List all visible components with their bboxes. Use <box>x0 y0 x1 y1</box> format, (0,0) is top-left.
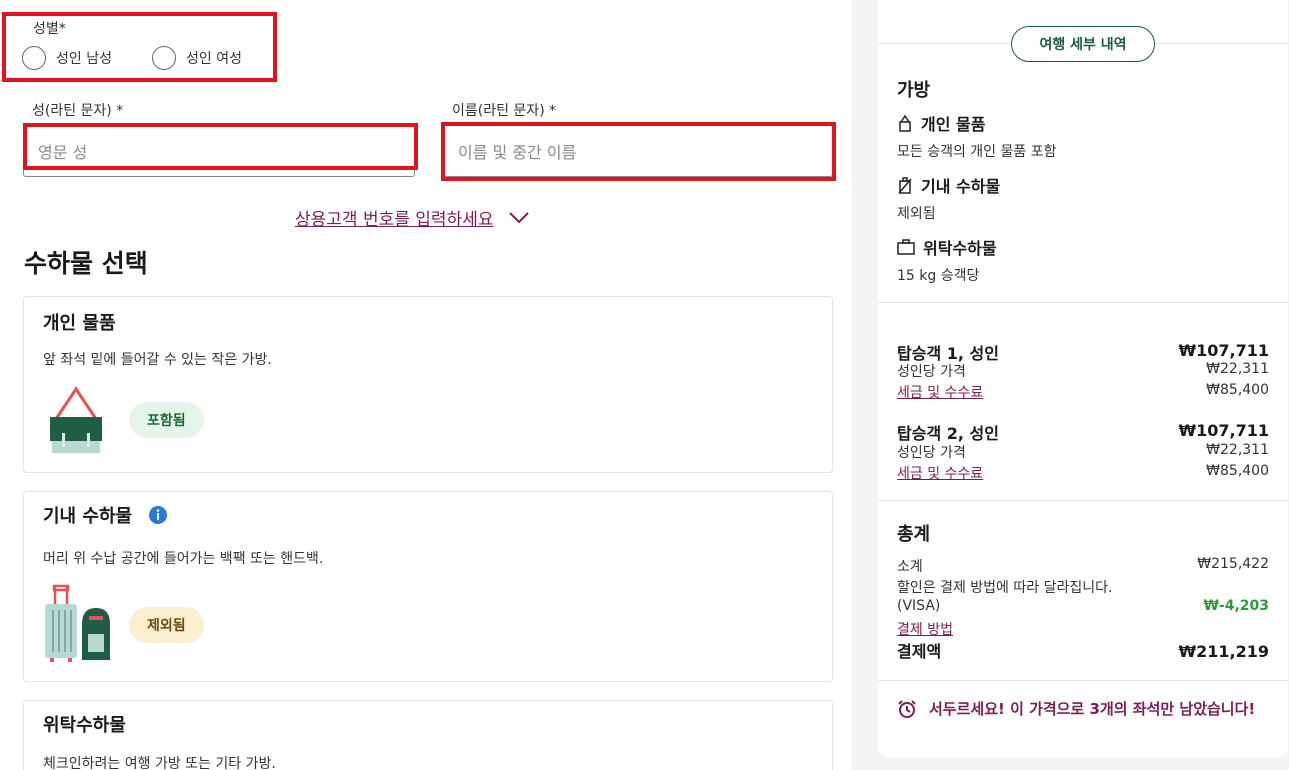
amount-due-value: ₩211,219 <box>1178 642 1269 661</box>
passenger-2-total: ₩107,711 <box>1178 421 1269 440</box>
baggage-section-title: 수하물 선택 <box>24 249 148 278</box>
carry-on-crossed-icon <box>898 177 912 194</box>
visa-discount: ₩-4,203 <box>1203 598 1269 614</box>
summary-card: 여행 세부 내역 가방 개인 물품 모든 승객의 개인 물품 포함 기내 수하물… <box>878 0 1288 758</box>
payment-method-link[interactable]: 결제 방법 <box>897 619 953 639</box>
passenger-2-tax: ₩85,400 <box>1206 463 1269 479</box>
first-name-input[interactable]: 이름 및 중간 이름 <box>443 125 833 177</box>
visa-label: (VISA) <box>897 598 941 614</box>
total-heading: 총계 <box>897 524 931 545</box>
carry-on-row: 기내 수하물 <box>897 173 1000 197</box>
passenger-2-title: 탑승객 2, 성인 <box>897 424 999 443</box>
last-name-label: 성(라틴 문자) * <box>32 103 124 119</box>
radio-circle[interactable] <box>152 46 176 70</box>
personal-bag-icon <box>899 114 911 132</box>
card-title: 개인 물품 <box>43 313 116 334</box>
passenger-form-panel: 성별* 성인 남성 성인 여성 성(라틴 문자) * 영문 성 이름(라틴 문자… <box>0 0 851 770</box>
gender-male-radio[interactable]: 성인 남성 <box>22 46 112 70</box>
checked-bag-text: 15 kg 승객당 <box>897 268 980 284</box>
personal-item-row: 개인 물품 <box>897 111 985 135</box>
divider <box>878 302 1288 303</box>
carry-on-luggage-icon <box>45 584 110 662</box>
gender-female-label: 성인 여성 <box>186 51 242 67</box>
carry-on-title: 기내 수하물 <box>921 177 1001 196</box>
card-description: 머리 위 수납 공간에 들어가는 백팩 또는 핸드백. <box>43 551 324 567</box>
card-title: 기내 수하물 <box>43 506 133 527</box>
divider <box>878 500 1288 501</box>
personal-item-title: 개인 물품 <box>921 115 986 134</box>
divider <box>878 680 1288 681</box>
urgency-notice: 서두르세요! 이 가격으로 3개의 좌석만 남았습니다! <box>897 698 1277 720</box>
passenger-1-total: ₩107,711 <box>1178 341 1269 360</box>
gender-male-label: 성인 남성 <box>56 51 112 67</box>
checked-bag-row: 위탁수하물 <box>897 235 997 259</box>
carry-on-text: 제외됨 <box>897 206 936 222</box>
urgency-text: 서두르세요! 이 가격으로 3개의 좌석만 남았습니다! <box>929 700 1256 718</box>
personal-item-card: 개인 물품 앞 좌석 밑에 들어갈 수 있는 작은 가방. 포함됨 <box>23 296 833 473</box>
checked-bag-card: 위탁수하물 체크인하려는 여행 가방 또는 기타 가방. <box>23 700 833 770</box>
trip-summary-panel: 여행 세부 내역 가방 개인 물품 모든 승객의 개인 물품 포함 기내 수하물… <box>851 0 1289 770</box>
included-badge: 포함됨 <box>129 402 204 438</box>
passenger-2-fare-label: 성인당 가격 <box>897 445 966 461</box>
discount-note: 할인은 결제 방법에 따라 달라집니다. <box>897 580 1113 596</box>
first-name-label: 이름(라틴 문자) * <box>452 103 557 119</box>
card-description: 체크인하려는 여행 가방 또는 기타 가방. <box>43 756 276 770</box>
card-title: 위탁수하물 <box>43 715 126 736</box>
passenger-2-tax-link[interactable]: 세금 및 수수료 <box>897 463 983 483</box>
frequent-flyer-label: 상용고객 번호를 입력하세요 <box>295 210 494 230</box>
gender-label: 성별* <box>33 21 66 37</box>
passenger-1-tax-link[interactable]: 세금 및 수수료 <box>897 382 983 402</box>
subtotal-value: ₩215,422 <box>1197 556 1269 572</box>
card-title-row: 기내 수하물 <box>43 502 168 528</box>
last-name-input[interactable]: 영문 성 <box>23 125 415 177</box>
carry-on-card: 기내 수하물 머리 위 수납 공간에 들어가는 백팩 또는 핸드백. 제외됨 <box>23 491 833 682</box>
gender-female-radio[interactable]: 성인 여성 <box>152 46 242 70</box>
passenger-1-fare-label: 성인당 가격 <box>897 364 966 380</box>
frequent-flyer-toggle[interactable]: 상용고객 번호를 입력하세요 <box>295 205 530 230</box>
chevron-down-icon <box>508 211 529 223</box>
radio-circle[interactable] <box>22 46 46 70</box>
suitcase-icon <box>897 239 915 255</box>
excluded-badge: 제외됨 <box>129 607 204 643</box>
card-description: 앞 좌석 밑에 들어갈 수 있는 작은 가방. <box>43 352 272 368</box>
trip-details-button[interactable]: 여행 세부 내역 <box>1011 26 1155 62</box>
personal-bag-icon <box>50 386 102 453</box>
alarm-clock-icon <box>898 700 916 718</box>
subtotal-label: 소계 <box>897 559 923 575</box>
checked-bag-title: 위탁수하물 <box>923 239 997 258</box>
passenger-2-fare: ₩22,311 <box>1206 442 1269 458</box>
personal-item-text: 모든 승객의 개인 물품 포함 <box>897 144 1057 160</box>
amount-due-label: 결제액 <box>897 642 942 661</box>
info-icon[interactable] <box>148 505 168 525</box>
passenger-1-tax: ₩85,400 <box>1206 382 1269 398</box>
bags-heading: 가방 <box>897 80 931 101</box>
passenger-1-fare: ₩22,311 <box>1206 361 1269 377</box>
